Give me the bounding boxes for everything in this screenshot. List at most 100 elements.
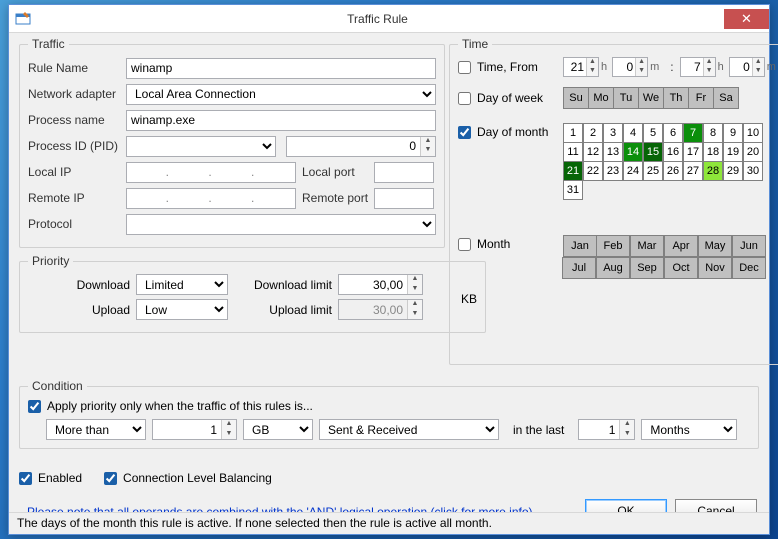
month-cell[interactable]: Apr bbox=[664, 235, 698, 257]
dom-cell[interactable]: 29 bbox=[723, 161, 743, 181]
to-h-spin[interactable]: ▲▼ bbox=[680, 57, 716, 77]
month-check[interactable] bbox=[458, 238, 471, 251]
time-group: Time Time, From ▲▼ h ▲▼ m : ▲▼ h ▲▼ m D bbox=[449, 37, 778, 365]
remote-ip-label: Remote IP bbox=[28, 191, 126, 205]
month-cell[interactable]: Aug bbox=[596, 257, 630, 279]
dl-limit-spinner[interactable]: ▲▼ bbox=[338, 274, 423, 295]
upload-label: Upload bbox=[64, 303, 130, 317]
dom-cell[interactable]: 27 bbox=[683, 161, 703, 181]
dom-cell[interactable]: 12 bbox=[583, 142, 603, 162]
pid-select[interactable] bbox=[126, 136, 276, 157]
pid-spinner[interactable]: ▲▼ bbox=[286, 136, 436, 157]
dow-label: Day of week bbox=[477, 91, 563, 105]
clb-check[interactable] bbox=[104, 472, 117, 485]
dom-cell[interactable]: 9 bbox=[723, 123, 743, 143]
dom-check[interactable] bbox=[458, 126, 471, 139]
adapter-select[interactable]: Local Area Connection bbox=[126, 84, 436, 105]
dom-cell[interactable]: 25 bbox=[643, 161, 663, 181]
dl-limit-label: Download limit bbox=[246, 278, 332, 292]
dom-cell[interactable]: 10 bbox=[743, 123, 763, 143]
protocol-select[interactable] bbox=[126, 214, 436, 235]
month-cell[interactable]: May bbox=[698, 235, 732, 257]
dow-cell[interactable]: Mo bbox=[588, 87, 614, 109]
month-cell[interactable]: Dec bbox=[732, 257, 766, 279]
month-cell[interactable]: Jul bbox=[562, 257, 596, 279]
dom-cell[interactable]: 2 bbox=[583, 123, 603, 143]
cond-op-select[interactable]: More than bbox=[46, 419, 146, 440]
remote-ip-input[interactable] bbox=[126, 188, 296, 209]
dow-check[interactable] bbox=[458, 92, 471, 105]
month-cell[interactable]: Nov bbox=[698, 257, 732, 279]
from-h-spin[interactable]: ▲▼ bbox=[563, 57, 599, 77]
dom-cell[interactable]: 8 bbox=[703, 123, 723, 143]
in-last-label: in the last bbox=[513, 423, 564, 437]
remote-port-label: Remote port bbox=[302, 191, 374, 205]
dow-cell[interactable]: Su bbox=[563, 87, 589, 109]
dom-cell[interactable]: 20 bbox=[743, 142, 763, 162]
time-legend: Time bbox=[458, 37, 492, 51]
month-cell[interactable]: Jun bbox=[732, 235, 766, 257]
dom-cell[interactable]: 14 bbox=[623, 142, 643, 162]
condition-group: Condition Apply priority only when the t… bbox=[19, 379, 759, 449]
local-port-input[interactable] bbox=[374, 162, 434, 183]
month-label: Month bbox=[477, 237, 563, 251]
dom-cell[interactable]: 30 bbox=[743, 161, 763, 181]
close-button[interactable]: ✕ bbox=[724, 9, 769, 29]
download-select[interactable]: Limited bbox=[136, 274, 228, 295]
pid-label: Process ID (PID) bbox=[28, 139, 126, 153]
dom-cell[interactable]: 4 bbox=[623, 123, 643, 143]
dom-cell[interactable]: 21 bbox=[563, 161, 583, 181]
traffic-legend: Traffic bbox=[28, 37, 69, 51]
dow-cell[interactable]: Fr bbox=[688, 87, 714, 109]
cond-period-spinner[interactable]: ▲▼ bbox=[578, 419, 635, 440]
dom-label: Day of month bbox=[477, 125, 563, 139]
dow-cell[interactable]: Sa bbox=[713, 87, 739, 109]
dom-cell[interactable]: 6 bbox=[663, 123, 683, 143]
time-from-check[interactable] bbox=[458, 61, 471, 74]
month-cell[interactable]: Feb bbox=[596, 235, 630, 257]
month-cell[interactable]: Jan bbox=[563, 235, 597, 257]
dom-cell[interactable]: 11 bbox=[563, 142, 583, 162]
left-column: Traffic Rule Name Network adapter Local … bbox=[19, 37, 445, 339]
dom-cell[interactable]: 15 bbox=[643, 142, 663, 162]
apply-priority-check[interactable] bbox=[28, 400, 41, 413]
dom-cell[interactable]: 31 bbox=[563, 180, 583, 200]
dom-cell[interactable]: 1 bbox=[563, 123, 583, 143]
dom-cell[interactable]: 13 bbox=[603, 142, 623, 162]
dom-cell[interactable]: 22 bbox=[583, 161, 603, 181]
rule-name-label: Rule Name bbox=[28, 61, 126, 75]
remote-port-input[interactable] bbox=[374, 188, 434, 209]
dom-cell[interactable]: 18 bbox=[703, 142, 723, 162]
from-m-spin[interactable]: ▲▼ bbox=[612, 57, 648, 77]
dom-cell[interactable]: 23 bbox=[603, 161, 623, 181]
dom-cell[interactable]: 24 bbox=[623, 161, 643, 181]
upload-select[interactable]: Low bbox=[136, 299, 228, 320]
process-input[interactable] bbox=[126, 110, 436, 131]
enabled-check[interactable] bbox=[19, 472, 32, 485]
dom-cell[interactable]: 17 bbox=[683, 142, 703, 162]
month-cell[interactable]: Mar bbox=[630, 235, 664, 257]
cond-direction-select[interactable]: Sent & Received bbox=[319, 419, 499, 440]
dom-cell[interactable]: 5 bbox=[643, 123, 663, 143]
to-m-spin[interactable]: ▲▼ bbox=[729, 57, 765, 77]
cond-unit-select[interactable]: GB bbox=[243, 419, 313, 440]
dom-cell[interactable]: 7 bbox=[683, 123, 703, 143]
dom-cell[interactable]: 19 bbox=[723, 142, 743, 162]
condition-legend: Condition bbox=[28, 379, 87, 393]
cond-amount-spinner[interactable]: ▲▼ bbox=[152, 419, 237, 440]
dow-cell[interactable]: Tu bbox=[613, 87, 639, 109]
dom-cell[interactable]: 3 bbox=[603, 123, 623, 143]
dow-grid: SuMoTuWeThFrSa bbox=[563, 87, 739, 109]
condition-section: Condition Apply priority only when the t… bbox=[19, 379, 759, 455]
dom-cell[interactable]: 16 bbox=[663, 142, 683, 162]
month-cell[interactable]: Sep bbox=[630, 257, 664, 279]
dom-cell[interactable]: 26 bbox=[663, 161, 683, 181]
dow-cell[interactable]: We bbox=[638, 87, 664, 109]
dom-cell[interactable]: 28 bbox=[703, 161, 723, 181]
rule-name-input[interactable] bbox=[126, 58, 436, 79]
ul-limit-spinner[interactable]: ▲▼ bbox=[338, 299, 423, 320]
cond-period-unit-select[interactable]: Months bbox=[641, 419, 737, 440]
month-cell[interactable]: Oct bbox=[664, 257, 698, 279]
dow-cell[interactable]: Th bbox=[663, 87, 689, 109]
local-ip-input[interactable] bbox=[126, 162, 296, 183]
